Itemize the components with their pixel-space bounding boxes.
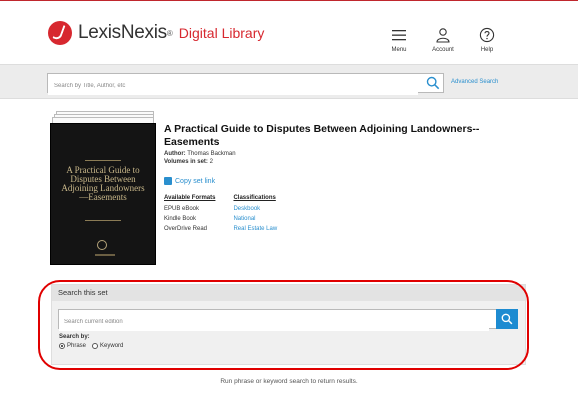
format-item: OverDrive Read [164, 226, 208, 232]
book-cover: A Practical Guide to Disputes Between Ad… [50, 123, 156, 265]
author-label: Author: [164, 151, 186, 157]
lexisnexis-logo-icon [48, 21, 72, 45]
account-button[interactable]: Account [430, 27, 456, 53]
volumes-line: Volumes in set: 2 [164, 159, 524, 165]
book-details: A Practical Guide to Disputes Between Ad… [164, 123, 524, 234]
classification-link[interactable]: National [233, 214, 277, 224]
phrase-label: Phrase [67, 343, 87, 349]
menu-button[interactable]: Menu [386, 27, 412, 53]
brand-name: LexisNexis [78, 22, 167, 43]
main-search-input[interactable] [48, 77, 418, 95]
search-set-panel: Search this set Search by: Phrase Keywor… [51, 284, 526, 365]
search-icon[interactable] [426, 76, 440, 90]
classifications-header: Classifications [233, 195, 276, 201]
search-by-label: Search by: [59, 334, 90, 340]
set-search-input[interactable] [59, 313, 489, 331]
copy-set-link-label: Copy set link [175, 177, 216, 185]
product-name: Digital Library [178, 25, 265, 41]
set-search-button[interactable] [496, 309, 518, 329]
cover-title: A Practical Guide to Disputes Between Ad… [61, 165, 145, 202]
author-value: Thomas Backman [187, 151, 236, 157]
author-line: Author: Thomas Backman [164, 151, 524, 157]
radio-selected-icon [59, 343, 65, 349]
account-label: Account [432, 47, 454, 53]
formats-column: Available Formats EPUB eBook Kindle Book… [164, 195, 215, 234]
format-item: EPUB eBook [164, 206, 200, 212]
top-bar: LexisNexis ® Digital Library Menu Accoun… [0, 0, 578, 64]
menu-label: Menu [391, 47, 407, 53]
search-band: Advanced Search [0, 64, 578, 99]
phrase-radio[interactable]: Phrase [59, 343, 86, 349]
publisher-emblem-icon [97, 240, 107, 250]
radio-unselected-icon [92, 343, 99, 349]
book-title: A Practical Guide to Disputes Between Ad… [164, 123, 480, 148]
formats-table: Available Formats EPUB eBook Kindle Book… [164, 195, 524, 234]
copy-icon [164, 177, 172, 185]
classification-link[interactable]: Real Estate Law [233, 224, 277, 234]
formats-header: Available Formats [164, 195, 216, 201]
classification-link[interactable]: Deskbook [233, 204, 277, 214]
search-hint: Run phrase or keyword search to return r… [220, 378, 358, 385]
book-cover-stack[interactable]: A Practical Guide to Disputes Between Ad… [50, 111, 156, 265]
volumes-label: Volumes in set: [164, 159, 208, 165]
help-label: Help [480, 47, 494, 53]
help-button[interactable]: Help [474, 27, 500, 53]
advanced-search-link[interactable]: Advanced Search [451, 79, 498, 85]
keyword-label: Keyword [100, 343, 124, 349]
registered-mark: ® [166, 28, 173, 38]
logo[interactable]: LexisNexis ® Digital Library [48, 21, 264, 45]
cover-rule [85, 160, 121, 161]
search-by-options: Phrase Keyword [59, 343, 123, 349]
copy-set-link[interactable]: Copy set link [164, 177, 524, 185]
search-set-heading: Search this set [52, 285, 525, 301]
set-search-box [58, 309, 518, 331]
help-icon [479, 27, 495, 43]
publisher-mark [95, 254, 115, 256]
keyword-radio[interactable]: Keyword [92, 343, 123, 349]
classifications-column: Classifications Deskbook National Real E… [233, 195, 277, 234]
account-icon [436, 28, 450, 43]
menu-icon [392, 30, 406, 41]
main-search-box [47, 73, 444, 95]
format-item: Kindle Book [164, 216, 197, 222]
volumes-value: 2 [209, 159, 213, 165]
cover-rule [85, 220, 121, 221]
search-icon [501, 313, 513, 325]
header-nav: Menu Account Help [386, 27, 500, 53]
